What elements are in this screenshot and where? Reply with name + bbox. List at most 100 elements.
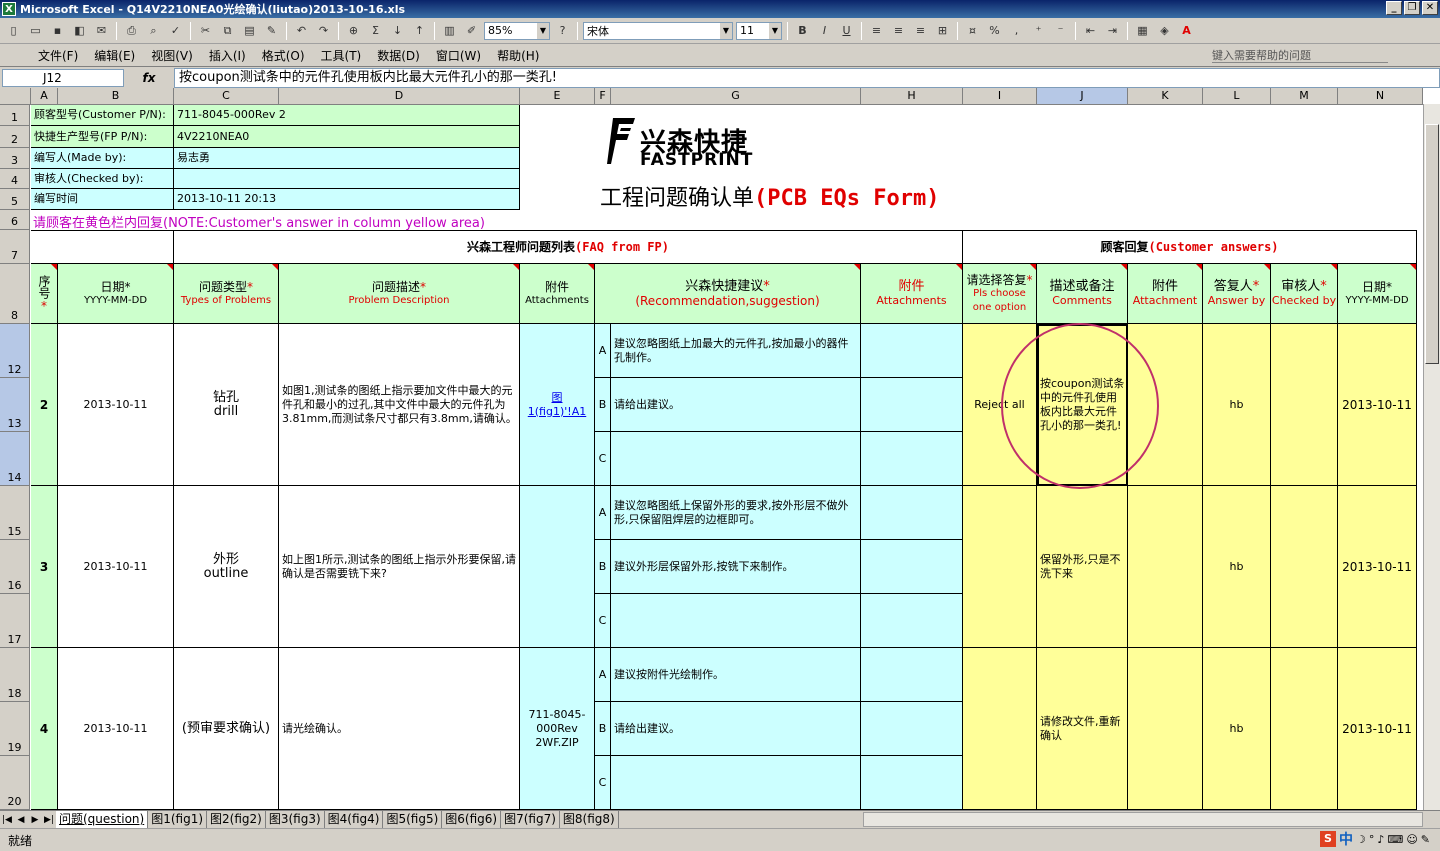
decrease-decimal-icon[interactable]: ⁻ (1051, 21, 1070, 40)
option-text[interactable]: 建议忽略图纸上保留外形的要求,按外形层不做外形,只保留阻焊层的边框即可。 (611, 486, 861, 540)
moon-icon[interactable]: ☽ (1356, 833, 1366, 846)
close-button[interactable]: ✕ (1422, 1, 1438, 15)
item-date2[interactable]: 2013-10-11 (1338, 486, 1417, 648)
chart-icon[interactable]: ▥ (440, 21, 459, 40)
zoom-select[interactable]: 85% ▼ (484, 21, 550, 40)
row-header[interactable]: 4 (0, 169, 30, 189)
col-header-i[interactable]: I (963, 88, 1037, 105)
option-attachment[interactable] (861, 648, 963, 702)
sheet-tab-fig7[interactable]: 图7(fig7) (501, 811, 560, 828)
chinese-mode-icon[interactable]: 中 (1339, 829, 1353, 849)
last-sheet-icon[interactable]: ▶| (42, 815, 56, 825)
col-header-c[interactable]: C (174, 88, 279, 105)
print-icon[interactable]: ⎙ (122, 21, 141, 40)
row-header[interactable]: 15 (0, 486, 30, 540)
name-box[interactable]: J12 (2, 68, 124, 87)
fx-icon[interactable]: fx (124, 71, 174, 85)
row-header[interactable]: 1 (0, 105, 30, 126)
help-icon[interactable]: ? (553, 21, 572, 40)
option-attachment[interactable] (861, 540, 963, 594)
col-header-k[interactable]: K (1128, 88, 1203, 105)
item-attachment[interactable] (520, 486, 595, 648)
row-header[interactable]: 14 (0, 432, 30, 486)
row-header[interactable]: 8 (0, 264, 30, 324)
option-attachment[interactable] (861, 324, 963, 378)
item-choice[interactable] (963, 648, 1037, 810)
borders-icon[interactable]: ▦ (1133, 21, 1152, 40)
font-size-select[interactable]: 11 ▼ (736, 21, 782, 40)
row-header[interactable]: 12 (0, 324, 30, 378)
prev-sheet-icon[interactable]: ◀ (14, 815, 28, 825)
fp-pn-value[interactable]: 4V2210NEA0 (174, 126, 520, 148)
item-date[interactable]: 2013-10-11 (58, 648, 174, 810)
autosum-icon[interactable]: Σ (366, 21, 385, 40)
item-comment[interactable]: 保留外形,只是不洗下来 (1037, 486, 1128, 648)
item-attachment-link[interactable]: 图1(fig1)'!A1 (520, 324, 595, 486)
new-icon[interactable]: ▯ (4, 21, 23, 40)
menu-tools[interactable]: 工具(T) (313, 47, 370, 64)
settings-icon[interactable]: ✎ (1421, 833, 1430, 846)
next-sheet-icon[interactable]: ▶ (28, 815, 42, 825)
item-checked-by[interactable] (1271, 648, 1338, 810)
row-header[interactable]: 19 (0, 702, 30, 756)
menu-data[interactable]: 数据(D) (369, 47, 428, 64)
item-comment[interactable]: 请修改文件,重新确认 (1037, 648, 1128, 810)
col-header-m[interactable]: M (1271, 88, 1338, 105)
vertical-scroll-thumb[interactable] (1425, 124, 1439, 364)
paste-icon[interactable]: ▤ (240, 21, 259, 40)
col-header-b[interactable]: B (58, 88, 174, 105)
row-header[interactable]: 2 (0, 126, 30, 148)
sheet-tab-fig4[interactable]: 图4(fig4) (325, 811, 384, 828)
checked-by-value[interactable] (174, 169, 520, 189)
col-header-h[interactable]: H (861, 88, 963, 105)
menu-file[interactable]: 文件(F) (30, 47, 86, 64)
row-header[interactable]: 16 (0, 540, 30, 594)
option-text[interactable]: 请给出建议。 (611, 702, 861, 756)
option-text[interactable]: 建议按附件光绘制作。 (611, 648, 861, 702)
save-icon[interactable]: ▪ (48, 21, 67, 40)
item-answer-by[interactable]: hb (1203, 486, 1271, 648)
user-icon[interactable]: ☺ (1406, 833, 1417, 846)
copy-icon[interactable]: ⧉ (218, 21, 237, 40)
col-header-f[interactable]: F (595, 88, 611, 105)
item-checked-by[interactable] (1271, 486, 1338, 648)
option-text[interactable]: 建议忽略图纸上加最大的元件孔,按加最小的器件孔制作。 (611, 324, 861, 378)
col-header-d[interactable]: D (279, 88, 520, 105)
customer-pn-value[interactable]: 711-8045-000Rev 2 (174, 105, 520, 126)
sheet-tab-question[interactable]: 问题(question) (56, 811, 149, 828)
restore-button[interactable]: ❐ (1404, 1, 1420, 15)
keyboard-icon[interactable]: ⌨ (1387, 833, 1403, 846)
sheet-tab-fig8[interactable]: 图8(fig8) (560, 811, 619, 828)
row-header[interactable]: 20 (0, 756, 30, 810)
option-text[interactable] (611, 756, 861, 810)
row-header[interactable]: 3 (0, 148, 30, 169)
format-painter-icon[interactable]: ✎ (262, 21, 281, 40)
sheet-tab-fig6[interactable]: 图6(fig6) (442, 811, 502, 828)
percent-icon[interactable]: % (985, 21, 1004, 40)
sheet-tab-fig1[interactable]: 图1(fig1) (148, 811, 208, 828)
comma-icon[interactable]: , (1007, 21, 1026, 40)
row-header[interactable]: 18 (0, 648, 30, 702)
increase-decimal-icon[interactable]: ⁺ (1029, 21, 1048, 40)
row-header[interactable]: 6 (0, 210, 30, 230)
italic-icon[interactable]: I (815, 21, 834, 40)
item-seq[interactable]: 4 (31, 648, 58, 810)
align-center-icon[interactable]: ≡ (889, 21, 908, 40)
option-attachment[interactable] (861, 594, 963, 648)
increase-indent-icon[interactable]: ⇥ (1103, 21, 1122, 40)
option-text[interactable] (611, 432, 861, 486)
item-seq[interactable]: 2 (31, 324, 58, 486)
sogou-icon[interactable]: S (1320, 831, 1337, 847)
punctuation-icon[interactable]: ° (1369, 833, 1375, 846)
item-description[interactable]: 如上图1所示,测试条的图纸上指示外形要保留,请确认是否需要铣下来? (279, 486, 520, 648)
item-type[interactable]: 外形 outline (174, 486, 279, 648)
minimize-button[interactable]: _ (1386, 1, 1402, 15)
decrease-indent-icon[interactable]: ⇤ (1081, 21, 1100, 40)
item-checked-by[interactable] (1271, 324, 1338, 486)
align-left-icon[interactable]: ≡ (867, 21, 886, 40)
bold-icon[interactable]: B (793, 21, 812, 40)
worksheet-grid[interactable]: A B C D E F G H I J K L M N 1 2 3 4 5 6 … (0, 88, 1440, 810)
hyperlink-icon[interactable]: ⊕ (344, 21, 363, 40)
row-header[interactable]: 7 (0, 230, 30, 264)
sheet-tab-fig2[interactable]: 图2(fig2) (207, 811, 266, 828)
